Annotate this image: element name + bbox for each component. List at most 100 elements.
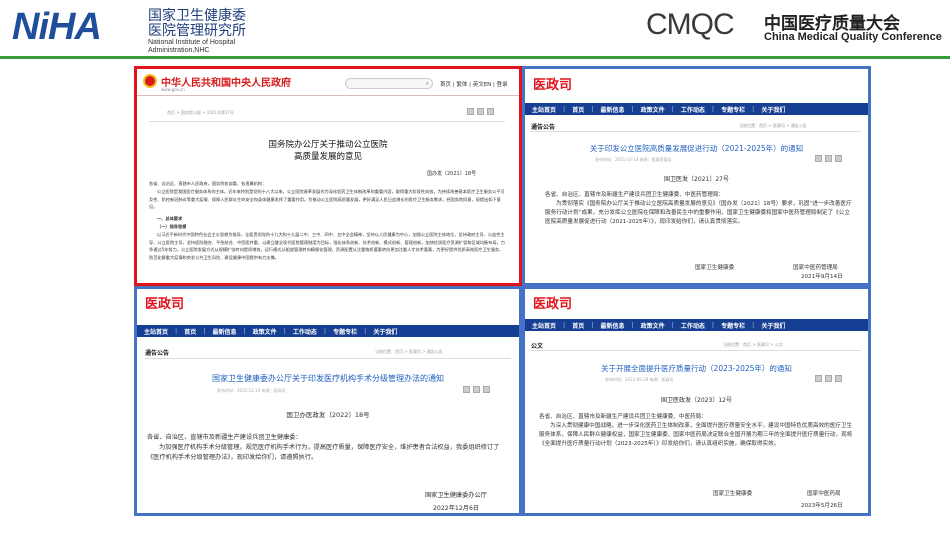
gov-top-links[interactable]: 首页 | 繁体 | 英文EN | 登录: [440, 80, 508, 88]
nav-item-about[interactable]: 关于我们: [366, 327, 404, 336]
nav-item-topics[interactable]: 专题专栏: [714, 321, 752, 330]
share-icon[interactable]: [473, 386, 480, 393]
notice-title[interactable]: 关于印发公立医院高质量发展促进行动（2021-2025年）的通知: [525, 143, 868, 154]
nav-item-policy[interactable]: 政策文件: [634, 321, 672, 330]
nav-item-home-site[interactable]: 主站首页: [137, 327, 175, 336]
breadcrumb[interactable]: 首页 > 国务院公报 > 2021年第17号: [167, 110, 234, 116]
signer-1: 国家卫生健康委: [695, 265, 735, 271]
doc-date: 2021年9月14日: [801, 274, 843, 280]
nav-item-policy[interactable]: 政策文件: [634, 105, 672, 114]
niha-name-en: National Institute of Hospital Administr…: [148, 39, 236, 54]
print-icon[interactable]: [815, 375, 822, 382]
nav-item-policy[interactable]: 政策文件: [246, 327, 284, 336]
nav-item-latest[interactable]: 最新信息: [205, 327, 243, 336]
doc-addressee: 各省、自治区、直辖市及新疆生产建设兵团卫生健康委：: [147, 434, 302, 441]
favorite-icon[interactable]: [835, 155, 842, 162]
share-icons[interactable]: [815, 155, 842, 162]
breadcrumb[interactable]: 当前位置：首页 > 医政司 > 通告公告: [375, 349, 443, 355]
breadcrumb[interactable]: 当前位置：首页 > 医政司 > 通告公告: [739, 123, 807, 129]
signer-2: 国家中医药管理局: [793, 265, 838, 271]
doc-number: 国卫办医政发〔2022〕18号: [286, 411, 370, 419]
breadcrumb[interactable]: 当前位置：首页 > 医政司 > 公文: [723, 342, 783, 348]
nav-item-work[interactable]: 工作动态: [286, 327, 324, 336]
doc-number: 国卫医发〔2021〕27号: [664, 176, 729, 183]
section-label: 通告公告: [531, 124, 556, 131]
favorite-icon[interactable]: [487, 108, 494, 115]
bureau-label: 医政司: [533, 297, 573, 312]
nav-item-about[interactable]: 关于我们: [754, 321, 792, 330]
notice-2021-panel: 医政司 主站首页 | 首页 | 最新信息 | 政策文件 | 工作动态 | 专题专栏 | 关于…: [522, 66, 871, 286]
gov-site-url: www.gov.cn: [161, 87, 185, 92]
header-divider: [0, 56, 950, 59]
share-icons[interactable]: [815, 375, 842, 382]
bureau-label: 医政司: [533, 78, 573, 93]
doc-title-line1: 国务院办公厅关于推动公立医院: [268, 140, 388, 150]
doc-title-line2: 高质量发展的意见: [293, 152, 362, 162]
nav-item-home[interactable]: 首页: [565, 321, 591, 330]
slide-header: NiHA 国家卫生健康委医院管理研究所 National Institute o…: [0, 0, 950, 55]
nav-item-latest[interactable]: 最新信息: [593, 105, 631, 114]
doc-section-heading: 一、总体要求: [157, 216, 183, 221]
doc-body: 为贯彻落实《国务院办公厅关于推动公立医院高质量发展的意见》（国办发〔2021〕1…: [545, 201, 852, 225]
divider: [145, 358, 511, 359]
nav-item-home[interactable]: 首页: [565, 105, 591, 114]
signer-2: 国家中医药局: [807, 491, 841, 497]
divider: [531, 350, 861, 351]
notice-2022-panel: 医政司 主站首页 | 首页 | 最新信息 | 政策文件 | 工作动态 | 专题专栏 | 关于…: [134, 286, 522, 516]
divider: [149, 121, 505, 122]
cmqc-logo: CMQC: [646, 8, 735, 41]
doc-sub-heading: （一）指导思想: [157, 224, 187, 229]
favorite-icon[interactable]: [835, 375, 842, 382]
favorite-icon[interactable]: [483, 386, 490, 393]
gov-divider: [137, 95, 519, 96]
nav-bar: 主站首页 | 首页 | 最新信息 | 政策文件 | 工作动态 | 专题专栏 | 关于我们: [525, 103, 868, 115]
nav-bar: 主站首页 | 首页 | 最新信息 | 政策文件 | 工作动态 | 专题专栏 | 关于我们: [525, 319, 868, 331]
share-icon[interactable]: [477, 108, 484, 115]
doc-date: 2023年5月26日: [801, 503, 843, 509]
publish-meta: 发布时间：2021-10-14 来源：医政医管局: [595, 157, 672, 162]
nav-item-home-site[interactable]: 主站首页: [525, 321, 563, 330]
share-icon[interactable]: [825, 155, 832, 162]
doc-number: 国卫医政发〔2023〕12号: [661, 397, 732, 404]
nav-item-home-site[interactable]: 主站首页: [525, 105, 563, 114]
doc-addressee: 各省、自治区、直辖市及新疆生产建设兵团卫生健康委、中医药管理局：: [545, 192, 725, 198]
nav-bar: 主站首页 | 首页 | 最新信息 | 政策文件 | 工作动态 | 专题专栏 | 关于我们: [137, 325, 519, 337]
share-icons[interactable]: [467, 108, 494, 115]
share-icons[interactable]: [463, 386, 490, 393]
doc-body: 为深入贯彻健康中国战略，进一步深化医药卫生体制改革，全面提升医疗质量安全水平，建…: [539, 423, 853, 447]
cmqc-name-en: China Medical Quality Conference: [764, 31, 942, 43]
national-emblem-icon: [143, 74, 157, 88]
doc-number: 国办发〔2021〕18号: [427, 171, 477, 177]
notice-title[interactable]: 关于开展全面提升医疗质量行动（2023-2025年）的通知: [525, 363, 868, 374]
share-icon[interactable]: [825, 375, 832, 382]
bureau-label: 医政司: [145, 297, 185, 312]
doc-addressee: 各省、自治区、直辖市及新疆生产建设兵团卫生健康委、中医药局：: [539, 414, 707, 420]
doc-body: 为加强医疗机构手术分级管理，规范医疗机构手术行为，提高医疗质量，保障医疗安全，维…: [147, 444, 500, 461]
nav-item-about[interactable]: 关于我们: [754, 105, 792, 114]
nav-item-work[interactable]: 工作动态: [674, 105, 712, 114]
section-label: 通告公告: [145, 350, 170, 357]
nav-item-topics[interactable]: 专题专栏: [714, 105, 752, 114]
publish-meta: 发布时间：2023-05-29 来源：医政司: [605, 377, 674, 382]
niha-logo: NiHA: [12, 6, 102, 48]
signer-1: 国家卫生健康委: [713, 491, 753, 497]
nav-item-topics[interactable]: 专题专栏: [326, 327, 364, 336]
signer: 国家卫生健康委办公厅: [425, 492, 487, 499]
section-label: 公文: [531, 343, 544, 350]
doc-paragraph-1: 公立医院是我国医疗服务体系的主体。近年来特别是党的十八大以来，公立医院改革发展作…: [149, 189, 505, 209]
notice-2023-panel: 医政司 主站首页 | 首页 | 最新信息 | 政策文件 | 工作动态 | 专题专栏 | 关于…: [522, 286, 871, 516]
divider: [531, 131, 861, 132]
print-icon[interactable]: [463, 386, 470, 393]
gov-search-input[interactable]: ⌕: [345, 78, 433, 89]
niha-name-cn: 国家卫生健康委医院管理研究所: [148, 8, 246, 39]
doc-addressee: 各省、自治区、直辖市人民政府，国务院各部委、各直属机构：: [149, 181, 267, 186]
notice-title[interactable]: 国家卫生健康委办公厅关于印发医疗机构手术分级管理办法的通知: [137, 373, 519, 384]
print-icon[interactable]: [815, 155, 822, 162]
search-icon[interactable]: ⌕: [426, 80, 429, 88]
nav-item-work[interactable]: 工作动态: [674, 321, 712, 330]
print-icon[interactable]: [467, 108, 474, 115]
publish-meta: 发布时间：2022-12-19 来源：医政司: [217, 388, 286, 393]
nav-item-latest[interactable]: 最新信息: [593, 321, 631, 330]
nav-item-home[interactable]: 首页: [177, 327, 203, 336]
gov-document-panel: 中华人民共和国中央人民政府 www.gov.cn ⌕ 首页 | 繁体 | 英文E…: [134, 66, 522, 286]
